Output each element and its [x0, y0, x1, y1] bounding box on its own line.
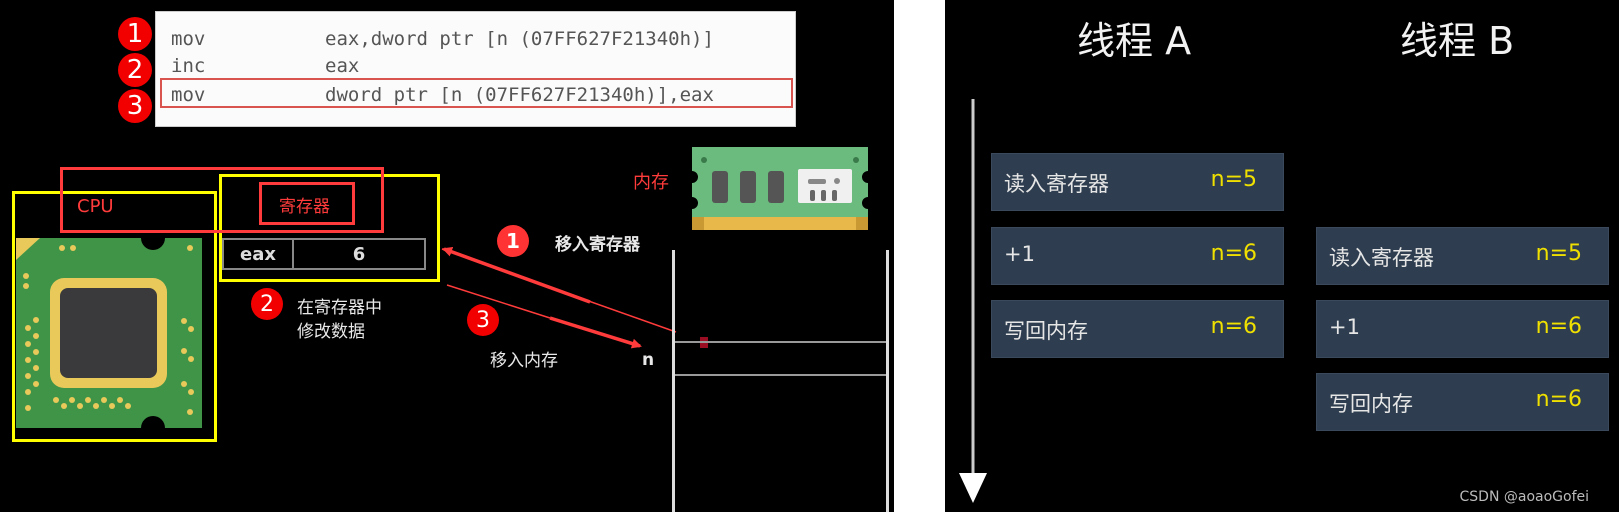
cpu-memory-diagram: 1 2 3 mov eax,dword ptr [n (07FF627F21340… — [0, 0, 894, 512]
move-to-register-arrow-icon — [442, 247, 591, 304]
watermark: CSDN @aoaoGofei — [1459, 489, 1590, 505]
move-to-memory-arrow-icon — [549, 316, 642, 349]
step-label: 读入寄存器 — [1004, 172, 1109, 196]
step-value: n=6 — [1210, 241, 1257, 266]
thread-b-step-1: 读入寄存器 n=5 — [1316, 227, 1609, 285]
thread-a-step-3: 写回内存 n=6 — [991, 300, 1284, 358]
step-value: n=6 — [1210, 314, 1257, 339]
memory-table-left-border — [672, 250, 675, 512]
memory-cell-label: n — [642, 350, 655, 370]
step-value: n=5 — [1535, 241, 1582, 266]
thread-a-step-2: +1 n=6 — [991, 227, 1284, 285]
memory-cell-bottom — [675, 374, 886, 376]
step-label: +1 — [1004, 242, 1035, 266]
ram-module-icon — [692, 147, 868, 230]
arrow-to-memory-thin — [446, 284, 551, 319]
step-label: +1 — [1329, 315, 1360, 339]
thread-a-step-1: 读入寄存器 n=5 — [991, 153, 1284, 211]
step-label: 读入寄存器 — [1329, 246, 1434, 270]
data-flow-arrows — [441, 247, 708, 349]
memory-table-right-border — [886, 250, 889, 512]
memory-cell-top — [675, 341, 886, 343]
thread-b-step-3: 写回内存 n=6 — [1316, 373, 1609, 431]
thread-a-title: 线程 A — [1077, 19, 1192, 63]
thread-b-step-2: +1 n=6 — [1316, 300, 1609, 358]
thread-b-title: 线程 B — [1400, 19, 1515, 63]
step-value: n=6 — [1535, 314, 1582, 339]
step-value: n=5 — [1210, 167, 1257, 192]
time-arrow-down-icon — [959, 99, 987, 503]
step-label: 写回内存 — [1004, 319, 1088, 343]
step-label: 写回内存 — [1329, 392, 1413, 416]
memory-label: 内存 — [633, 172, 669, 193]
thread-race-diagram: 线程 A 线程 B 读入寄存器 n=5 +1 n=6 写回内存 n=6 读入寄存… — [945, 0, 1619, 512]
step-value: n=6 — [1535, 387, 1582, 412]
